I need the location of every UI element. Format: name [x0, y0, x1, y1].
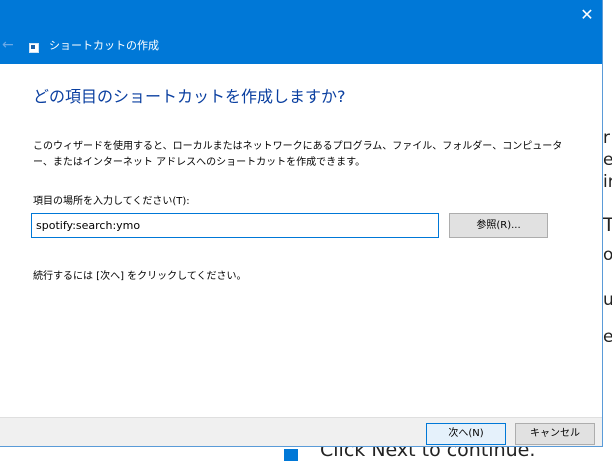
- create-shortcut-dialog: ✕ ← ショートカットの作成 どの項目のショートカットを作成しますか? このウィ…: [0, 0, 603, 447]
- cancel-button[interactable]: キャンセル: [515, 423, 595, 445]
- page-heading: どの項目のショートカットを作成しますか?: [33, 87, 346, 106]
- continue-hint: 続行するには [次へ] をクリックしてください。: [33, 271, 247, 282]
- next-button[interactable]: 次へ(N): [426, 423, 506, 445]
- wizard-description: このウィザードを使用すると、ローカルまたはネットワークにあるプログラム、ファイル…: [33, 141, 563, 168]
- background-instruction-text: Click Next to continue.: [320, 445, 536, 461]
- background-text-fragment: ir: [603, 172, 612, 192]
- back-arrow-icon[interactable]: ←: [2, 36, 18, 54]
- dialog-footer: [0, 417, 602, 446]
- close-icon[interactable]: ✕: [578, 6, 596, 24]
- background-text-fragment: o: [603, 245, 612, 265]
- background-text-fragment: r: [603, 128, 610, 148]
- background-instruction: Click Next to continue.: [278, 445, 612, 461]
- browse-button[interactable]: 参照(R)...: [449, 213, 548, 238]
- location-label: 項目の場所を入力してください(T):: [33, 196, 190, 207]
- shortcut-wizard-icon: [29, 43, 39, 53]
- window-title: ショートカットの作成: [49, 39, 159, 52]
- background-text-fragment: e: [603, 327, 612, 347]
- background-text-fragment: e: [603, 150, 612, 170]
- background-text-fragment: T: [603, 214, 612, 236]
- step-marker-icon: [284, 449, 298, 461]
- title-bar: ✕ ← ショートカットの作成: [0, 0, 602, 64]
- background-text-fragment: u: [603, 290, 612, 310]
- location-input[interactable]: [31, 213, 439, 238]
